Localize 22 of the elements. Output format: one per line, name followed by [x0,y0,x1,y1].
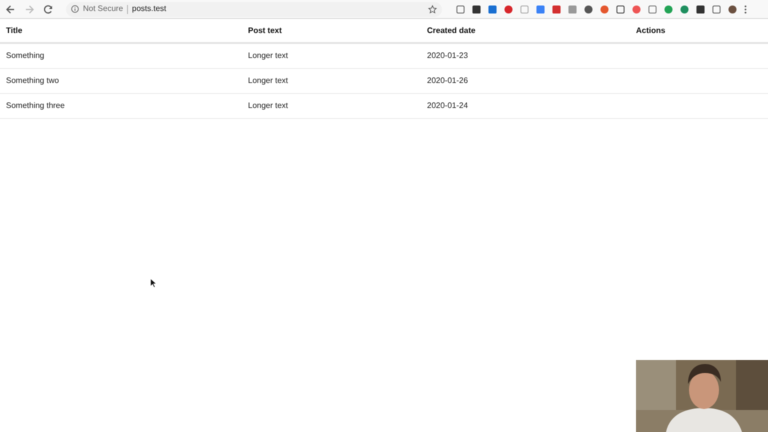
column-header: Created date [427,26,476,34]
table-cell: Longer text [248,101,288,110]
info-icon [71,5,79,13]
table-cell: Something two [6,76,59,85]
table-cell: Longer text [248,51,288,60]
security-label: Not Secure [83,5,124,13]
address-bar[interactable]: Not Secure posts.test [66,2,442,16]
table-cell: 2020-01-26 [427,76,468,85]
reload-icon[interactable] [44,4,53,14]
star-icon[interactable] [428,4,437,14]
table-cell: Longer text [248,76,288,85]
cursor-icon [150,278,157,288]
column-header: Title [6,26,22,34]
table-cell: 2020-01-23 [427,51,468,60]
url-text: posts.test [132,5,166,13]
table-cell: Something three [6,101,65,110]
column-header: Actions [636,26,666,34]
table-cell: Something [6,51,44,60]
table-cell: 2020-01-24 [427,101,468,110]
column-header: Post text [248,26,282,34]
back-icon[interactable] [6,4,15,14]
menu-icon[interactable] [744,4,747,14]
